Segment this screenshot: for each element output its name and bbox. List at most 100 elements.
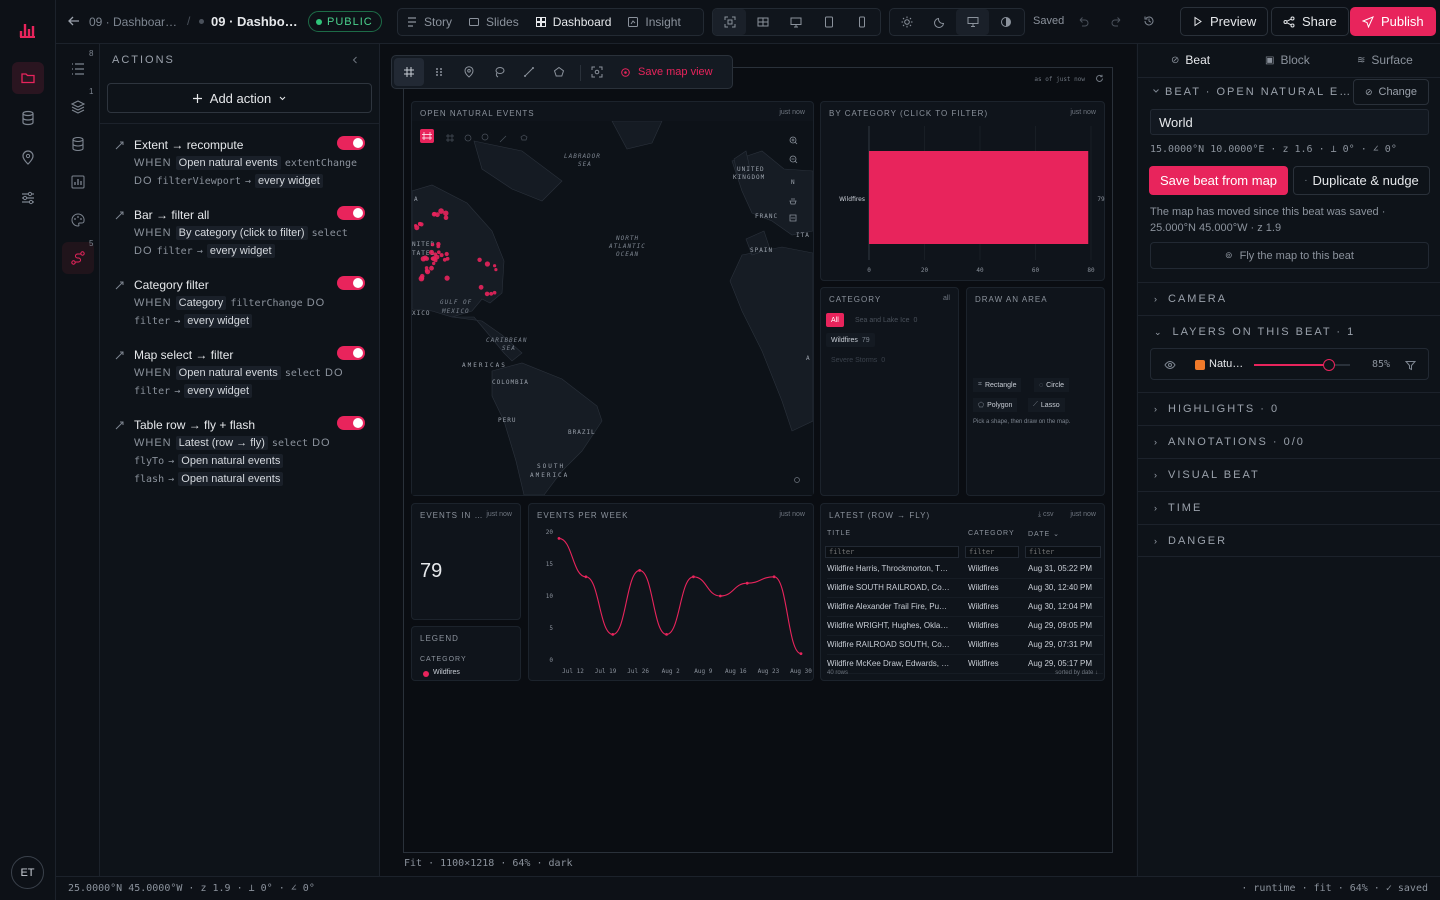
category-all-link[interactable]: all (943, 295, 950, 302)
action-toggle[interactable] (337, 346, 365, 360)
table-row[interactable]: Wildfire SOUTH RAILROAD, Co… Wildfires Aug… (827, 579, 1103, 598)
section-time[interactable]: › TIME (1138, 491, 1440, 524)
contrast-icon[interactable] (989, 9, 1022, 35)
fly-to-beat-button[interactable]: ⊚ Fly the map to this beat (1150, 242, 1429, 269)
beat-name-input[interactable] (1150, 109, 1429, 135)
draw-rectangle-button[interactable]: ⌗ Rectangle (973, 378, 1022, 392)
draw-circle-button[interactable]: ◌ Circle (1034, 378, 1070, 392)
section-layers[interactable]: ⌄ LAYERS ON THIS BEAT · 1 (1138, 315, 1440, 348)
document-title[interactable]: 09 · Dashbo… (211, 14, 298, 29)
sliders-icon[interactable] (12, 182, 44, 214)
tab-beat[interactable]: ⊘ Beat (1171, 53, 1210, 67)
chip-all[interactable]: All (826, 313, 844, 327)
data-icon[interactable] (62, 128, 94, 160)
save-beat-button[interactable]: Save beat from map (1149, 166, 1288, 195)
tab-story[interactable]: Story (398, 9, 460, 35)
preview-button[interactable]: Preview (1180, 7, 1269, 36)
layer-row[interactable]: Natu… 85% (1150, 348, 1429, 380)
fit-screen-icon[interactable] (713, 9, 746, 35)
action-when-line: WHEN By category (click to filter) selec… (134, 226, 348, 240)
breadcrumb-separator: / (187, 14, 191, 28)
add-action-button[interactable]: Add action (107, 83, 372, 113)
collapse-chevron-icon[interactable] (350, 55, 360, 65)
layer-color-swatch[interactable] (1195, 360, 1205, 370)
pin-tool-icon[interactable] (454, 59, 484, 85)
chart-icon[interactable] (62, 166, 94, 198)
action-toggle[interactable] (337, 276, 365, 290)
action-toggle[interactable] (337, 206, 365, 220)
section-danger[interactable]: › DANGER (1138, 524, 1440, 557)
save-map-view-button[interactable]: Save map view (620, 66, 713, 78)
tab-block[interactable]: ▣ Block (1265, 53, 1310, 67)
redo-icon[interactable] (1111, 15, 1123, 27)
table-row[interactable]: Wildfire Harris, Throckmorton, T… Wildfir… (827, 560, 1103, 579)
table-row[interactable]: Wildfire WRIGHT, Hughes, Okla… Wildfires A… (827, 617, 1103, 636)
action-toggle[interactable] (337, 136, 365, 150)
undo-icon[interactable] (1077, 15, 1089, 27)
chip-sea-lake-ice[interactable]: Sea and Lake Ice 0 (851, 313, 921, 327)
palette-icon[interactable] (62, 204, 94, 236)
filter-category-input[interactable] (965, 546, 1019, 558)
presentation-icon[interactable] (956, 9, 989, 35)
map-toolbar: Save map view (391, 55, 733, 89)
filter-title-input[interactable] (825, 546, 959, 558)
csv-export[interactable]: ⤓ csv (1038, 511, 1054, 519)
visibility-badge[interactable]: PUBLIC (308, 11, 382, 32)
opacity-slider-handle[interactable] (1322, 359, 1335, 371)
label-uk-2: KINGDOM (733, 174, 765, 181)
lasso-tool-icon[interactable] (484, 59, 514, 85)
section-camera[interactable]: › CAMERA (1138, 282, 1440, 315)
chevron-down-icon[interactable] (1152, 87, 1160, 95)
tab-surface[interactable]: ≋ Surface (1357, 53, 1413, 67)
polygon-tool-icon[interactable] (544, 59, 574, 85)
folder-icon[interactable] (12, 62, 44, 94)
tablet-icon[interactable] (812, 9, 845, 35)
publish-button[interactable]: Publish (1350, 7, 1436, 36)
mobile-icon[interactable] (845, 9, 878, 35)
avatar[interactable]: ET (11, 856, 44, 889)
opacity-track[interactable] (1254, 359, 1350, 371)
table-row[interactable]: Wildfire RAILROAD SOUTH, Co… Wildfires Aug… (827, 636, 1103, 655)
logo-icon[interactable] (12, 14, 44, 46)
line-tool-icon[interactable] (514, 59, 544, 85)
draw-polygon-button[interactable]: ⬠ Polygon (973, 398, 1018, 412)
table-header-date[interactable]: DATE ⌄ (1028, 530, 1060, 538)
draw-lasso-button[interactable]: ⟋ Lasso (1028, 398, 1065, 412)
back-arrow-icon[interactable] (66, 13, 82, 29)
change-button[interactable]: ⊘ Change (1353, 79, 1429, 105)
table-row[interactable]: Wildfire Alexander Trail Fire, Pu… Wildfi… (827, 598, 1103, 617)
refresh-icon[interactable] (1095, 74, 1104, 83)
line-chart[interactable]: 0 5 10 15 20 Jul 12 Jul 19 Jul 26 Aug 2 Aug 9 Aug … (529, 522, 815, 680)
chip-severe-storms[interactable]: Severe Storms 0 (826, 353, 890, 367)
share-button[interactable]: Share (1271, 7, 1349, 36)
tab-insight[interactable]: Insight (619, 9, 688, 35)
history-icon[interactable] (1143, 15, 1155, 27)
filter-icon[interactable] (1405, 360, 1416, 371)
section-annotations[interactable]: › ANNOTATIONS · 0/0 (1138, 425, 1440, 458)
label-italy: ITA (796, 232, 810, 239)
target-icon[interactable] (582, 59, 612, 85)
tab-dashboard[interactable]: Dashboard (527, 9, 620, 35)
moon-icon[interactable] (923, 9, 956, 35)
grid-layout-icon[interactable] (746, 9, 779, 35)
world-map[interactable]: LABRADOR SEA UNITED KINGDOM FRANC ITA SP… (412, 121, 813, 495)
section-highlights[interactable]: › HIGHLIGHTS · 0 (1138, 392, 1440, 425)
filter-date-input[interactable] (1025, 546, 1101, 558)
duplicate-nudge-button[interactable]: · Duplicate & nudge (1293, 166, 1430, 195)
table-header-category[interactable]: CATEGORY (968, 530, 1015, 537)
hash-tool-icon[interactable] (394, 58, 424, 86)
database-icon[interactable] (12, 102, 44, 134)
bar-chart[interactable]: 0 20 40 60 80 Wildfires 79 (821, 120, 1106, 280)
sun-icon[interactable] (890, 9, 923, 35)
desktop-icon[interactable] (779, 9, 812, 35)
action-toggle[interactable] (337, 416, 365, 430)
drag-handle-icon[interactable] (424, 59, 454, 85)
chip-wildfires[interactable]: Wildfires 79 (826, 333, 875, 347)
section-visual-beat[interactable]: › VISUAL BEAT (1138, 458, 1440, 491)
eye-icon[interactable] (1164, 359, 1176, 371)
tab-slides[interactable]: Slides (460, 9, 527, 35)
location-pin-icon[interactable] (12, 142, 44, 174)
table-header-title[interactable]: TITLE (827, 530, 851, 537)
table-cell: Wildfires (968, 621, 999, 630)
breadcrumb-parent[interactable]: 09 · Dashboar… (89, 15, 177, 29)
